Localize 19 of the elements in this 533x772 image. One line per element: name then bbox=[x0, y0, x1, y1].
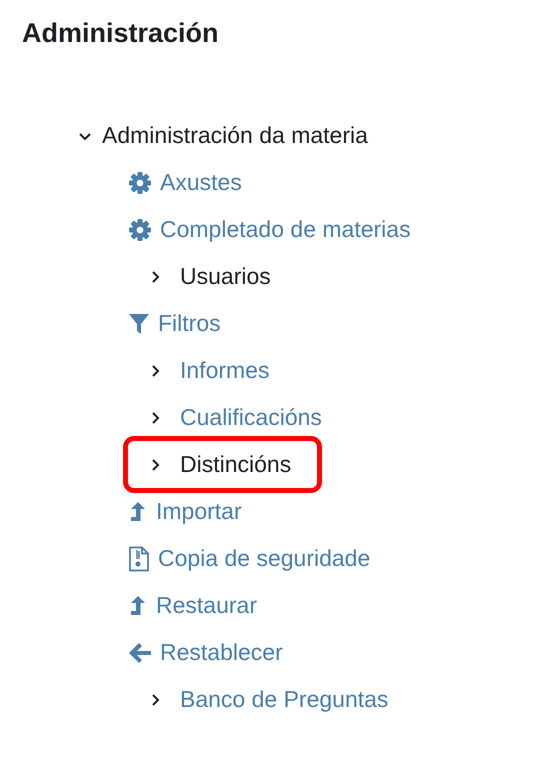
tree-link[interactable]: Copia de seguridade bbox=[128, 545, 370, 572]
tree-link[interactable]: Completado de materias bbox=[128, 216, 411, 243]
tree-node[interactable]: Administración da materia bbox=[78, 122, 368, 149]
filter-icon bbox=[128, 312, 150, 336]
section-heading: Administración bbox=[22, 18, 220, 49]
tree-link[interactable]: Cualificacións bbox=[148, 404, 322, 431]
left-arrow-icon bbox=[128, 642, 152, 664]
archive-file-icon bbox=[128, 546, 150, 572]
tree-link[interactable]: Banco de Preguntas bbox=[148, 686, 388, 713]
tree-link[interactable]: Filtros bbox=[128, 310, 221, 337]
tree-link[interactable]: Importar bbox=[128, 498, 242, 525]
tree-link[interactable]: Restaurar bbox=[128, 592, 257, 619]
tree-link[interactable]: Usuarios bbox=[148, 263, 271, 290]
tree-link[interactable]: Axustes bbox=[128, 169, 242, 196]
tree-link[interactable]: Restablecer bbox=[128, 639, 283, 666]
highlighted-tree-link[interactable]: Distincións bbox=[128, 441, 318, 488]
tree-link[interactable]: Informes bbox=[148, 357, 270, 384]
upload-arrow-icon bbox=[128, 594, 148, 618]
upload-arrow-icon bbox=[128, 500, 148, 524]
